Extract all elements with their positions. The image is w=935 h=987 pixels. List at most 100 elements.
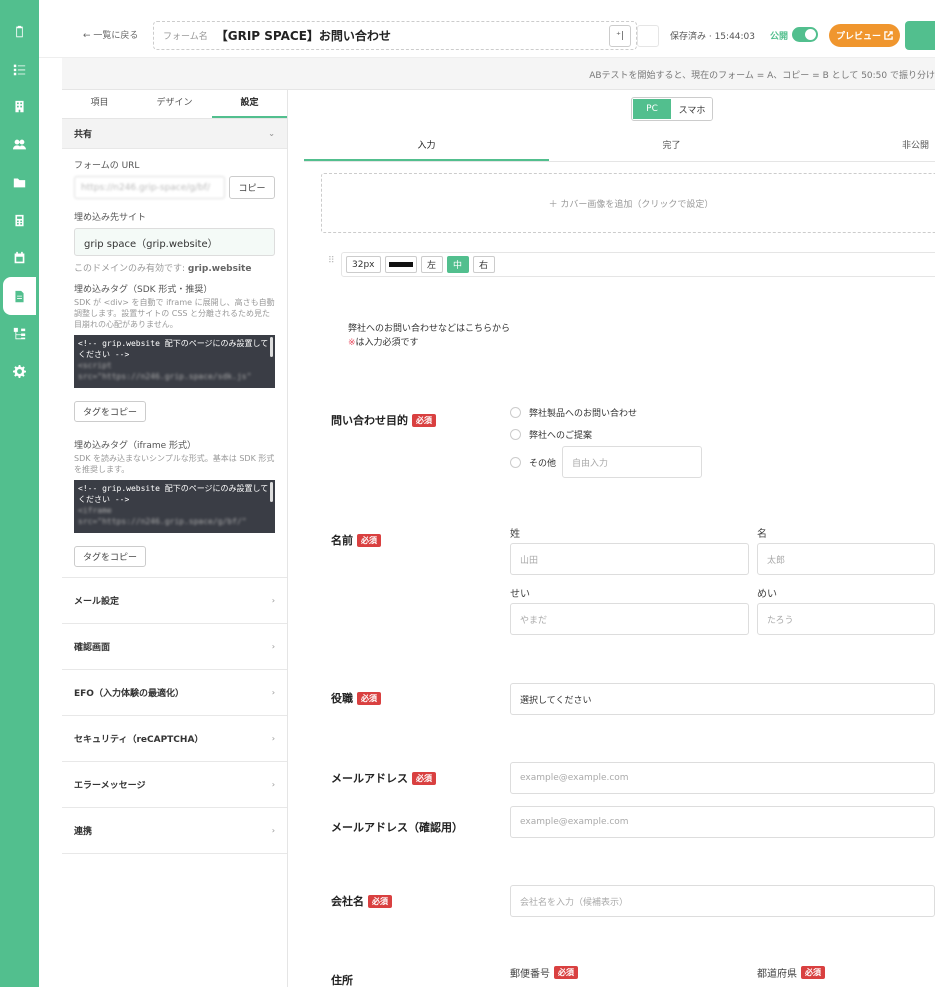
purpose-option-product[interactable]: 弊社製品へのお問い合わせ (510, 406, 637, 419)
sdk-code-box[interactable]: <!-- grip.website 配下のページにのみ設置してください --> … (74, 335, 275, 388)
required-badge: 必須 (412, 771, 436, 785)
checklist-icon[interactable] (0, 55, 39, 83)
scrollbar[interactable] (270, 482, 273, 502)
save-button[interactable] (905, 21, 935, 50)
tab-design[interactable]: デザイン (137, 90, 212, 118)
copy-url-button[interactable]: コピー (229, 176, 275, 199)
radio-button[interactable] (510, 407, 521, 418)
calculator-icon[interactable] (0, 206, 39, 234)
company-input[interactable]: 会社名を入力（候補表示） (510, 885, 935, 917)
radio-button[interactable] (510, 457, 521, 468)
accordion-integrations[interactable]: 連携 › (62, 808, 287, 854)
embed-site-select[interactable]: grip space（grip.website） (74, 228, 275, 256)
role-question-label: 役職 必須 (331, 690, 381, 706)
page-tabs: 入力 完了 非公開 (304, 132, 935, 162)
align-center-button[interactable]: 中 (446, 256, 469, 273)
chevron-right-icon: › (271, 734, 275, 743)
share-section-title: 共有 (74, 130, 93, 140)
form-name-label: フォーム名 (163, 32, 208, 42)
tab-complete[interactable]: 完了 (549, 132, 794, 161)
form-name-value[interactable]: 【GRIP SPACE】お問い合わせ (216, 27, 391, 44)
drag-handle-icon[interactable]: ⠿ (328, 256, 335, 266)
other-free-input[interactable]: 自由入力 (562, 446, 702, 478)
chevron-right-icon: › (271, 642, 275, 651)
required-badge: 必須 (357, 533, 381, 547)
accordion-efo[interactable]: EFO（入力体験の最適化） › (62, 670, 287, 716)
form-url-label: フォームの URL (74, 161, 140, 171)
add-cover-image-button[interactable]: ＋ カバー画像を追加（クリックで設定） (321, 173, 935, 233)
device-toggle: PC スマホ (631, 97, 713, 121)
tab-input[interactable]: 入力 (304, 132, 549, 161)
ab-test-text: ABテストを開始すると、現在のフォーム = A、コピー = B として 50:5… (589, 71, 935, 81)
scrollbar[interactable] (270, 337, 273, 357)
copy-iframe-tag-button[interactable]: タグをコピー (74, 546, 146, 567)
align-left-button[interactable]: 左 (420, 256, 443, 273)
purpose-option-proposal[interactable]: 弊社へのご提案 (510, 428, 592, 441)
iframe-code-line: src="https://n246.grip.space/g/bf/" (78, 517, 247, 526)
email-confirm-input[interactable]: example@example.com (510, 806, 935, 838)
align-right-button[interactable]: 右 (472, 256, 495, 273)
name-question-label: 名前 必須 (331, 532, 381, 548)
company-question-label: 会社名 必須 (331, 893, 392, 909)
sitemap-icon[interactable] (0, 319, 39, 347)
accordion-security[interactable]: セキュリティ（reCAPTCHA） › (62, 716, 287, 762)
tab-items[interactable]: 項目 (62, 90, 137, 118)
iframe-code-line: <!-- grip.website 配下のページにのみ設置してください --> (78, 484, 269, 504)
device-mobile-button[interactable]: スマホ (672, 98, 712, 120)
building-icon[interactable] (0, 92, 39, 120)
undo-button[interactable]: ⁺| (609, 25, 631, 47)
form-name-field[interactable]: フォーム名 【GRIP SPACE】お問い合わせ (153, 21, 637, 50)
gear-icon[interactable] (0, 357, 39, 385)
clipboard-icon[interactable] (0, 17, 39, 45)
first-kana-input[interactable]: たろう (757, 603, 935, 635)
top-bar: ← 一覧に戻る フォーム名 【GRIP SPACE】お問い合わせ ⁺| 保存済み… (39, 0, 935, 58)
tab-private[interactable]: 非公開 (902, 132, 929, 160)
intro-text[interactable]: 弊社へのお問い合わせなどはこちらから ※は入力必須です (348, 322, 510, 350)
preview-button[interactable]: プレビュー (829, 24, 900, 47)
email-input[interactable]: example@example.com (510, 762, 935, 794)
iframe-code-line: <iframe (78, 506, 112, 515)
email-question-label: メールアドレス 必須 (331, 770, 436, 786)
publish-toggle[interactable] (792, 27, 818, 42)
last-kana-label: せい (510, 589, 530, 600)
accordion-mail-settings[interactable]: メール設定 › (62, 578, 287, 624)
iframe-tag-description: SDK を読み込まないシンプルな形式。基本は SDK 形式を推奨します。 (74, 454, 275, 474)
form-document-icon[interactable] (3, 277, 36, 315)
purpose-question-label: 問い合わせ目的 必須 (331, 412, 436, 428)
sdk-code-line: src="https://n246.grip.space/sdk.js" (78, 372, 252, 381)
required-badge: 必須 (368, 894, 392, 908)
font-size-button[interactable]: 32px (346, 256, 381, 273)
chevron-right-icon: › (271, 780, 275, 789)
role-select[interactable]: 選択してください (510, 683, 935, 715)
required-badge: 必須 (801, 966, 825, 979)
save-status: 保存済み · 15:44:03 (670, 32, 756, 42)
device-pc-button[interactable]: PC (632, 98, 672, 120)
chevron-right-icon: › (271, 688, 275, 697)
copy-sdk-tag-button[interactable]: タグをコピー (74, 401, 146, 422)
accordion-error-messages[interactable]: エラーメッセージ › (62, 762, 287, 808)
calendar-icon[interactable] (0, 243, 39, 271)
first-name-input[interactable]: 太郎 (757, 543, 935, 575)
sdk-tag-label: 埋め込みタグ（SDK 形式・推奨） (74, 285, 213, 295)
purpose-option-other[interactable]: その他 (510, 456, 556, 469)
last-name-input[interactable]: 山田 (510, 543, 749, 575)
settings-panel: 項目 デザイン 設定 共有 ⌄ フォームの URL https://n246.g… (62, 90, 288, 987)
share-section-header[interactable]: 共有 ⌄ (62, 119, 287, 149)
panel-tabs: 項目 デザイン 設定 (62, 90, 287, 119)
text-color-button[interactable] (384, 256, 417, 273)
publish-label: 公開 (770, 32, 789, 42)
tab-settings[interactable]: 設定 (212, 90, 287, 118)
required-badge: 必須 (357, 691, 381, 705)
folder-icon[interactable] (0, 168, 39, 196)
redo-button[interactable] (637, 25, 659, 47)
users-icon[interactable] (0, 130, 39, 158)
sdk-code-line: <script (78, 361, 112, 370)
format-toolbar: 32px 左 中 右 (341, 252, 935, 277)
last-kana-input[interactable]: やまだ (510, 603, 749, 635)
iframe-code-box[interactable]: <!-- grip.website 配下のページにのみ設置してください --> … (74, 480, 275, 533)
required-badge: 必須 (412, 413, 436, 427)
form-url-input[interactable]: https://n246.grip-space/g/bf/ (74, 176, 225, 199)
back-to-list-link[interactable]: ← 一覧に戻る (83, 28, 138, 41)
accordion-confirm-screen[interactable]: 確認画面 › (62, 624, 287, 670)
radio-button[interactable] (510, 429, 521, 440)
